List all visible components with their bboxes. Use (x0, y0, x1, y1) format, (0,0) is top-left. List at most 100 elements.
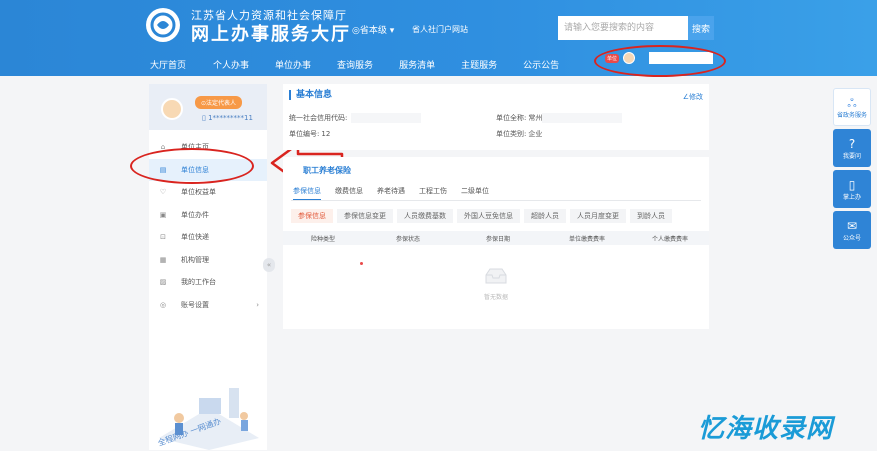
sidebar-item-label: 我的工作台 (181, 278, 216, 287)
tab-injury[interactable]: 工程工伤 (419, 186, 447, 200)
full-name-field: 单位全称: 常州 (496, 113, 623, 123)
phone-value: 1*********11 (208, 114, 253, 122)
nav-announcements[interactable]: 公示公告 (523, 58, 559, 72)
credit-code-masked (351, 113, 422, 123)
unit-no-field: 单位编号: 12 (289, 129, 330, 139)
hall-name: 网上办事服务大厅 (191, 24, 351, 45)
empty-text: 暂无数据 (483, 294, 508, 301)
tab-payment[interactable]: 缴费信息 (335, 186, 363, 200)
main-nav: 大厅首页 个人办事 单位办事 查询服务 服务清单 主题服务 公示公告 (150, 58, 559, 72)
mobile-button[interactable]: ▯ 掌上办 (833, 170, 871, 208)
pension-title: 职工养老保险 (303, 166, 351, 175)
col-insurance-type: 险种类型 (310, 235, 335, 243)
pension-card: 职工养老保险 参保信息 缴费信息 养老待遇 工程工伤 二级单位 参保信息 参保信… (283, 157, 709, 329)
subtab-overage[interactable]: 超龄人员 (524, 209, 566, 223)
nav-query[interactable]: 查询服务 (337, 58, 373, 72)
table-header: 险种类型 参保状态 参保日期 单位缴费费率 个人缴费费率 (283, 231, 709, 245)
credit-code-label: 统一社会信用代码: (289, 114, 348, 122)
edit-link[interactable]: ∠修改 (683, 92, 703, 102)
sidebar-item-cases[interactable]: ▣ 单位办件 (149, 204, 267, 227)
sidebar-illustration: 全程网办 一网通办 (156, 388, 259, 450)
full-name-label: 单位全称: (496, 114, 527, 122)
profile-avatar-icon (161, 98, 183, 120)
sidebar-item-workbench[interactable]: ▨ 我的工作台 (149, 271, 267, 294)
shield-icon: ♡ (159, 188, 167, 197)
sidebar-item-label: 单位快递 (181, 233, 209, 242)
col-unit-rate: 单位缴费费率 (568, 235, 605, 243)
watermark: 忆海收录网 (698, 414, 834, 444)
region-selector[interactable]: ◎省本级 ▾ (352, 23, 394, 36)
question-icon: ? (848, 136, 856, 151)
nav-home[interactable]: 大厅首页 (150, 58, 186, 72)
sidebar: ⊙法定代表人 ▯ 1*********11 ⌂ 单位主页 ▤ 单位信息 ♡ 单位权益单… (149, 84, 267, 450)
logo-icon (150, 12, 176, 38)
credit-code-field: 统一社会信用代码: (289, 113, 422, 123)
float-toolbar: ஃ 省政务服务 ? 我要问 ▯ 掌上办 ✉ 公众号 (833, 88, 871, 252)
unit-no-value: 12 (321, 130, 331, 138)
empty-box-icon (485, 268, 507, 284)
unit-type-label: 单位类别: (496, 130, 527, 138)
unit-type-value: 企业 (528, 130, 543, 138)
sidebar-collapse-button[interactable]: « (263, 258, 275, 272)
workbench-icon: ▨ (159, 278, 167, 287)
subtab-payment-base[interactable]: 人员缴费基数 (397, 209, 453, 223)
col-personal-rate: 个人缴费费率 (651, 235, 688, 243)
header: 江苏省人力资源和社会保障厅 网上办事服务大厅 ◎省本级 ▾ 省人社门户网站 搜索… (0, 0, 877, 76)
mobile-icon: ▯ (848, 177, 856, 192)
tab-enrollment[interactable]: 参保信息 (293, 186, 321, 200)
basic-info-title: 基本信息 (289, 90, 332, 100)
sidebar-item-label: 机构管理 (181, 255, 209, 264)
sidebar-item-express[interactable]: ⊡ 单位快递 (149, 226, 267, 249)
tab-divider (291, 200, 701, 201)
sidebar-item-label: 账号设置 (181, 300, 209, 309)
full-name-masked (542, 113, 623, 123)
tab-pension-benefit[interactable]: 养老待遇 (377, 186, 405, 200)
basic-info-card: 基本信息 ∠修改 统一社会信用代码: 单位编号: 12 单位全称: 常州 单位类… (283, 84, 709, 150)
subtab-reaching-age[interactable]: 到龄人员 (630, 209, 672, 223)
col-date: 参保日期 (485, 235, 510, 243)
sidebar-item-settings[interactable]: ◎ 账号设置 › (149, 294, 267, 317)
wechat-button[interactable]: ✉ 公众号 (833, 211, 871, 249)
org-icon: ▦ (159, 255, 167, 264)
chevron-right-icon: › (256, 300, 259, 309)
marker-dot (360, 262, 363, 265)
subtab-enrollment[interactable]: 参保信息 (291, 209, 333, 223)
role-badge: ⊙法定代表人 (195, 96, 243, 109)
file-icon: ▣ (159, 210, 167, 219)
profile-card: ⊙法定代表人 ▯ 1*********11 (149, 84, 267, 130)
subtab-foreigner[interactable]: 外国人豆免信息 (457, 209, 520, 223)
wechat-label: 公众号 (842, 234, 861, 242)
wechat-icon: ✉ (846, 218, 858, 233)
phone-number: ▯ 1*********11 (202, 114, 253, 122)
ask-button[interactable]: ? 我要问 (833, 129, 871, 167)
portal-link[interactable]: 省人社门户网站 (412, 24, 468, 35)
unit-type-field: 单位类别: 企业 (496, 129, 542, 139)
nav-personal[interactable]: 个人办事 (213, 58, 249, 72)
pension-subtabs: 参保信息 参保信息变更 人员缴费基数 外国人豆免信息 超龄人员 人员月度变更 到… (291, 209, 672, 223)
pension-tabs: 参保信息 缴费信息 养老待遇 工程工伤 二级单位 (293, 186, 489, 200)
nav-topics[interactable]: 主题服务 (461, 58, 497, 72)
full-name-value: 常州 (528, 114, 543, 122)
tab-sub-unit[interactable]: 二级单位 (461, 186, 489, 200)
annotation-oval-user (594, 45, 726, 77)
annotation-oval-menu (130, 148, 254, 184)
sidebar-item-rights[interactable]: ♡ 单位权益单 (149, 181, 267, 204)
sidebar-item-org[interactable]: ▦ 机构管理 (149, 249, 267, 272)
unit-no-label: 单位编号: (289, 130, 320, 138)
ask-label: 我要问 (842, 152, 861, 160)
subtab-enrollment-change[interactable]: 参保信息变更 (337, 209, 393, 223)
search-input[interactable] (558, 16, 688, 40)
settings-icon: ◎ (159, 300, 167, 309)
sidebar-item-label: 单位权益单 (181, 188, 216, 197)
nav-service-list[interactable]: 服务清单 (399, 58, 435, 72)
col-status: 参保状态 (395, 235, 420, 243)
nav-unit[interactable]: 单位办事 (275, 58, 311, 72)
search-button[interactable]: 搜索 (688, 16, 714, 40)
express-icon: ⊡ (160, 233, 166, 242)
gov-service-button[interactable]: ஃ 省政务服务 (833, 88, 871, 126)
subtab-monthly-change[interactable]: 人员月度变更 (570, 209, 626, 223)
hrss-logo[interactable] (146, 8, 180, 42)
mobile-label: 掌上办 (842, 193, 861, 201)
gov-service-label: 省政务服务 (836, 111, 867, 119)
sidebar-item-label: 单位办件 (181, 210, 209, 219)
